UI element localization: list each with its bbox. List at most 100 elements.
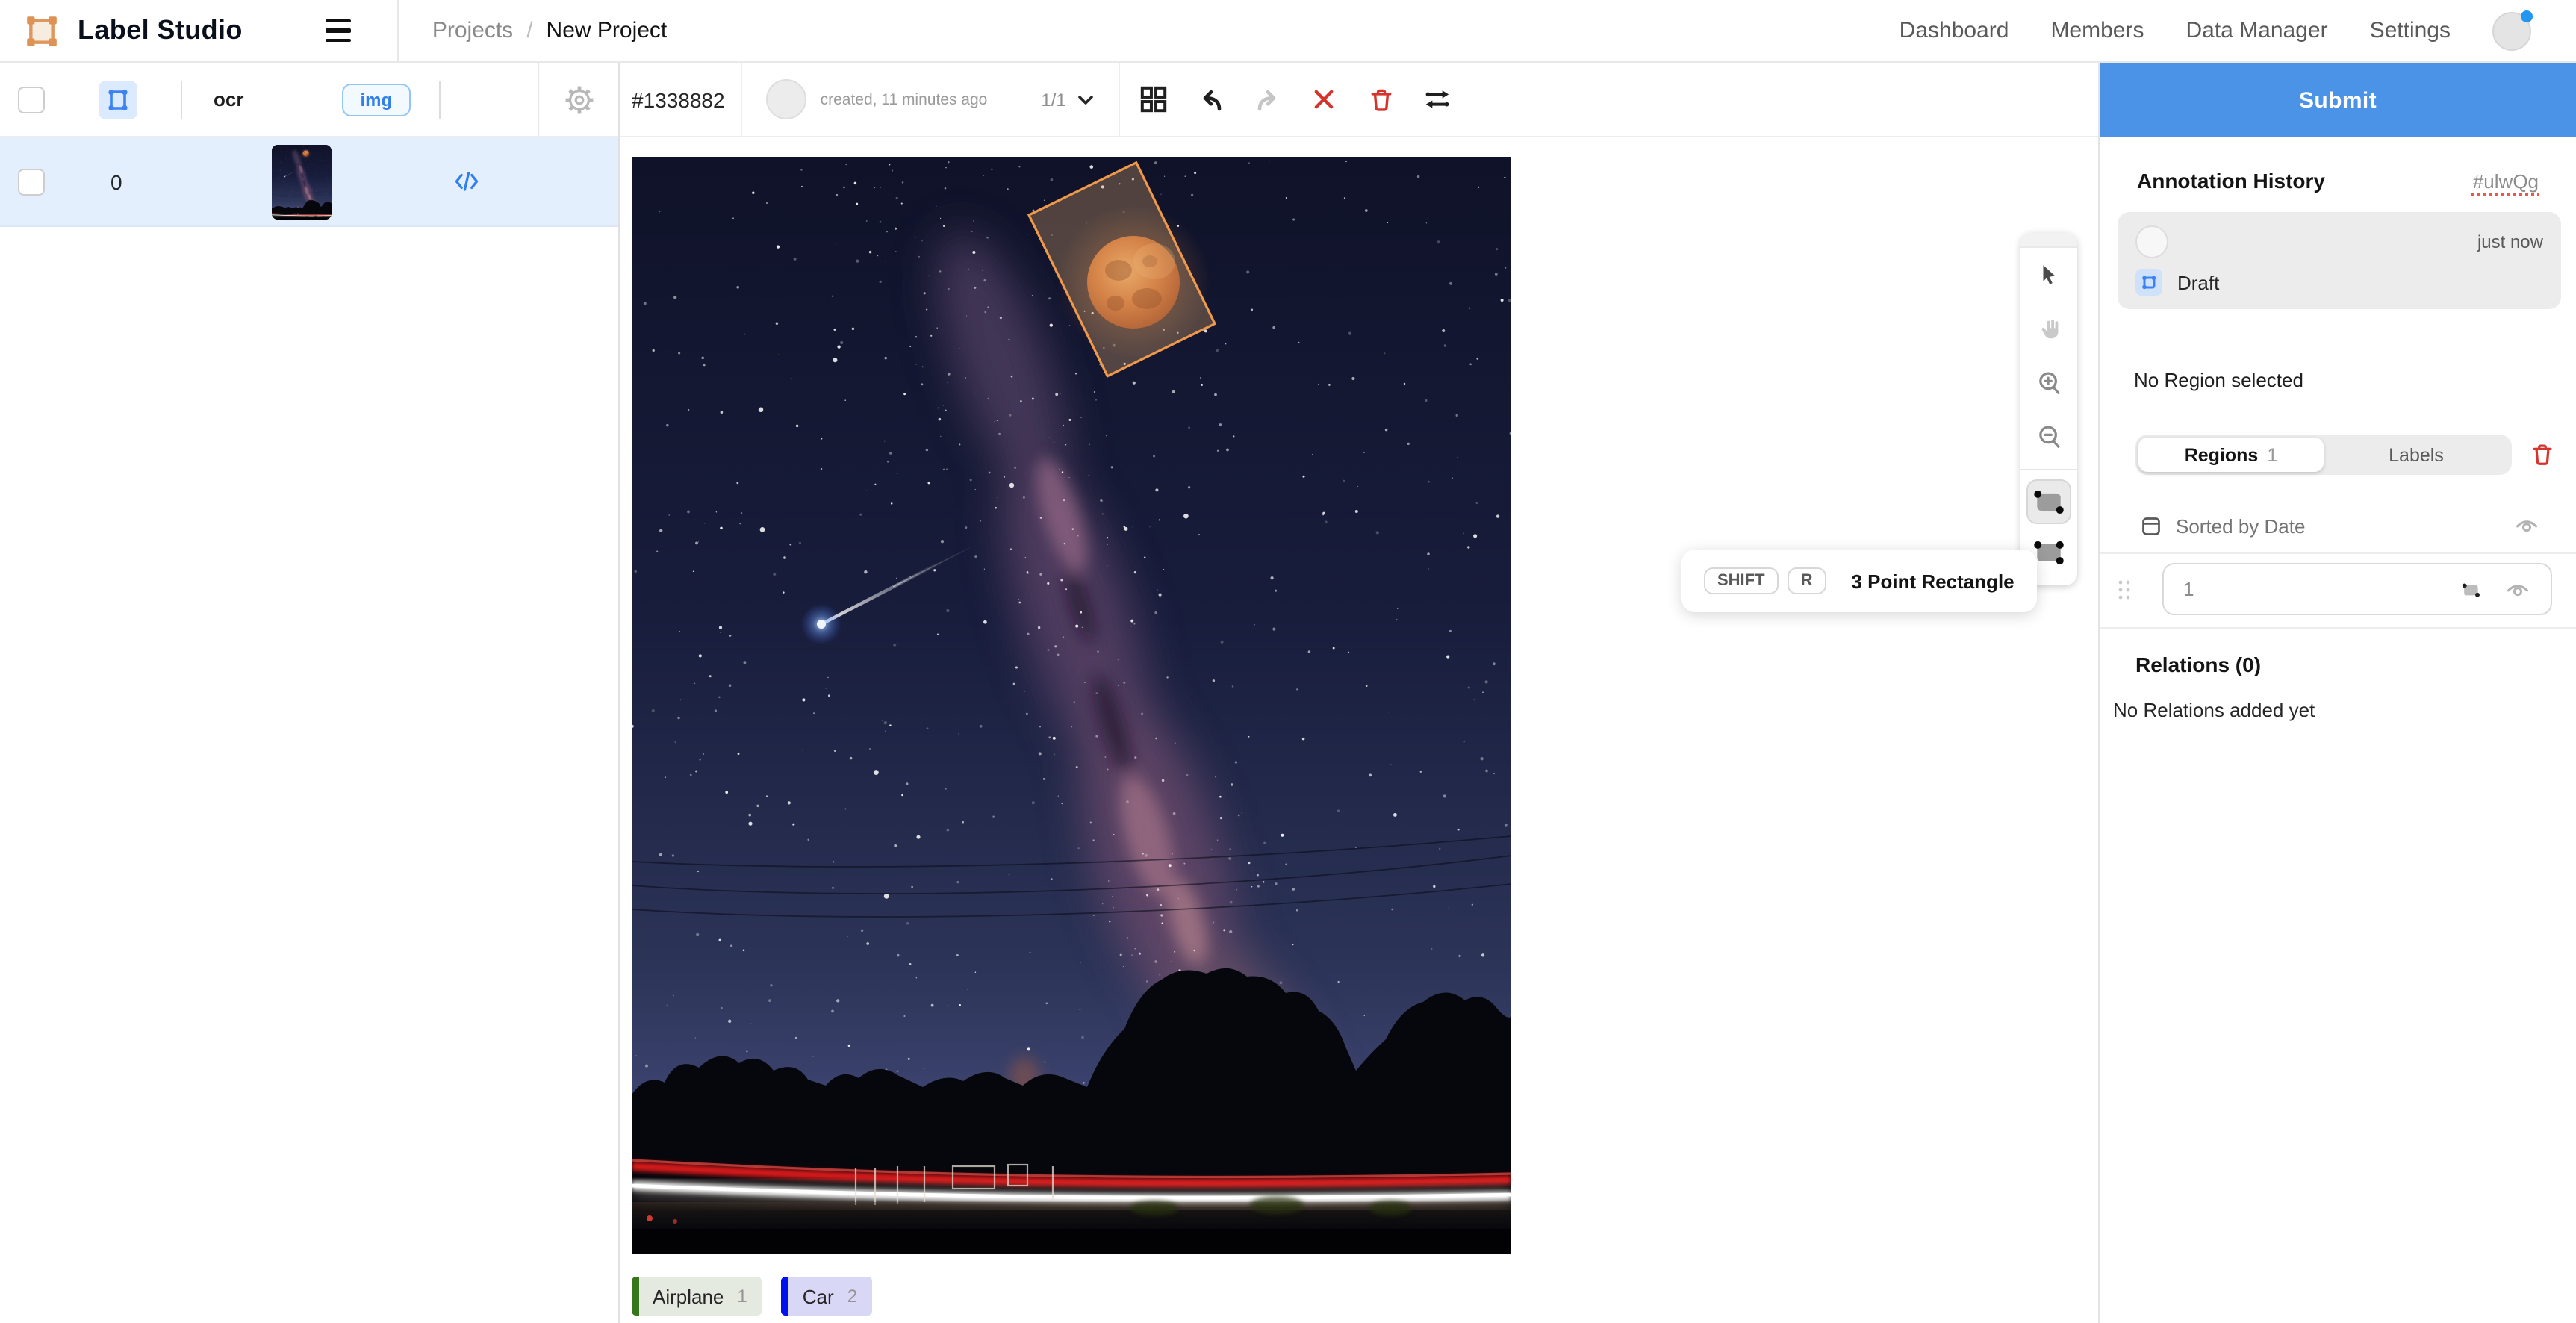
tool-tooltip: SHIFT R 3 Point Rectangle bbox=[1681, 550, 2037, 612]
nav-data-manager[interactable]: Data Manager bbox=[2185, 18, 2327, 43]
shortcut-key-r: R bbox=[1788, 567, 1826, 594]
label-name: Car bbox=[803, 1285, 834, 1307]
separator bbox=[2100, 627, 2576, 629]
sidebar-toolbar: ocr img bbox=[0, 63, 618, 137]
history-time: just now bbox=[2477, 231, 2543, 252]
tooltip-label: 3 Point Rectangle bbox=[1851, 570, 2014, 592]
sidebar-empty-area bbox=[0, 227, 618, 1323]
draft-icon bbox=[2135, 269, 2162, 296]
eye-icon bbox=[2504, 576, 2531, 603]
rectangle-tool-button[interactable] bbox=[2020, 476, 2077, 527]
sort-order-label[interactable]: Sorted by Date bbox=[2176, 514, 2305, 537]
task-row[interactable]: 0 bbox=[0, 137, 618, 227]
toggle-all-visibility-button[interactable] bbox=[2513, 512, 2540, 539]
label-studio-logo bbox=[25, 14, 58, 47]
task-checkbox[interactable] bbox=[18, 168, 45, 195]
region-label: 1 bbox=[2183, 578, 2194, 600]
toolbar-divider bbox=[741, 62, 743, 137]
region-tool-button[interactable] bbox=[99, 80, 137, 119]
region-rectangle-icon bbox=[2460, 577, 2483, 601]
code-icon[interactable] bbox=[454, 169, 479, 194]
select-all-checkbox[interactable] bbox=[18, 86, 45, 113]
nav-members[interactable]: Members bbox=[2050, 18, 2144, 43]
delete-regions-button[interactable] bbox=[2530, 442, 2555, 467]
label-picker: Airplane 1 Car 2 bbox=[632, 1277, 872, 1316]
label-car[interactable]: Car 2 bbox=[782, 1277, 872, 1316]
tab-labels[interactable]: Labels bbox=[2324, 438, 2509, 472]
task-sidebar: ocr img bbox=[0, 63, 620, 1323]
hand-icon bbox=[2035, 314, 2063, 343]
label-hotkey: 2 bbox=[847, 1286, 857, 1307]
breadcrumb-projects[interactable]: Projects bbox=[432, 18, 513, 43]
zoom-out-icon bbox=[2035, 422, 2063, 450]
eye-icon bbox=[2513, 512, 2540, 539]
annotation-actions bbox=[1139, 84, 1453, 114]
tab-regions[interactable]: Regions 1 bbox=[2138, 438, 2324, 472]
header-divider bbox=[398, 0, 399, 62]
grid-view-button[interactable] bbox=[1139, 84, 1169, 114]
relations-title: Relations (0) bbox=[2135, 653, 2576, 676]
reset-button[interactable] bbox=[1310, 84, 1340, 114]
history-entry[interactable]: just now Draft bbox=[2118, 212, 2561, 309]
canvas-toolbar bbox=[2020, 233, 2077, 585]
group-by-icon[interactable] bbox=[2140, 514, 2162, 537]
toolbar-drag-handle[interactable] bbox=[2020, 233, 2077, 248]
label-hotkey: 1 bbox=[737, 1286, 747, 1307]
user-avatar[interactable] bbox=[2492, 11, 2531, 50]
history-avatar bbox=[2135, 225, 2168, 258]
history-status: Draft bbox=[2177, 271, 2219, 293]
breadcrumb-separator: / bbox=[526, 18, 532, 43]
submit-button[interactable]: Submit bbox=[2100, 63, 2576, 137]
task-toolbar: #1338882 created, 11 minutes ago 1/1 bbox=[620, 63, 2098, 137]
nav-dashboard[interactable]: Dashboard bbox=[1900, 18, 2009, 43]
redo-button[interactable] bbox=[1253, 84, 1283, 114]
rectangle-regions-icon bbox=[106, 87, 130, 111]
breadcrumb: Projects / New Project bbox=[432, 18, 667, 43]
delete-annotation-button[interactable] bbox=[1366, 84, 1396, 114]
shortcut-key-shift: SHIFT bbox=[1704, 567, 1779, 594]
undo-button[interactable] bbox=[1196, 84, 1226, 114]
move-tool-button[interactable] bbox=[2020, 248, 2077, 302]
toolbar-divider bbox=[2020, 469, 2077, 470]
menu-icon[interactable] bbox=[326, 8, 371, 53]
img-type-chip[interactable]: img bbox=[342, 83, 410, 116]
annotation-selector-button[interactable] bbox=[1074, 87, 1098, 111]
zoom-out-button[interactable] bbox=[2020, 409, 2077, 463]
zoom-in-button[interactable] bbox=[2020, 355, 2077, 409]
region-item[interactable]: 1 bbox=[2162, 563, 2552, 615]
toolbar-divider bbox=[438, 80, 440, 119]
breadcrumb-current: New Project bbox=[547, 18, 668, 43]
gear-icon bbox=[564, 84, 594, 114]
label-name: Airplane bbox=[653, 1285, 724, 1307]
task-thumbnail[interactable] bbox=[272, 144, 332, 219]
toolbar-divider bbox=[181, 80, 182, 119]
annotation-workspace: #1338882 created, 11 minutes ago 1/1 bbox=[620, 63, 2098, 1323]
column-ocr-label[interactable]: ocr bbox=[214, 88, 243, 110]
image-canvas[interactable]: SHIFT R 3 Point Rectangle Airplane 1 Car… bbox=[620, 137, 2098, 1323]
annotated-image[interactable] bbox=[632, 157, 1511, 1254]
annotation-panel: Submit Annotation History #ulwQg just no… bbox=[2098, 63, 2576, 1323]
label-color-bar bbox=[782, 1277, 789, 1316]
annotator-avatar bbox=[767, 79, 807, 119]
sidebar-settings-button[interactable] bbox=[538, 63, 618, 136]
toolbar-divider bbox=[1119, 62, 1120, 137]
region-list-item[interactable]: 1 bbox=[2100, 554, 2576, 624]
drag-handle-icon[interactable] bbox=[2118, 579, 2131, 600]
label-airplane[interactable]: Airplane 1 bbox=[632, 1277, 762, 1316]
label-color-bar bbox=[632, 1277, 639, 1316]
annotation-history-title: Annotation History bbox=[2137, 169, 2325, 193]
app-header: Label Studio Projects / New Project Dash… bbox=[0, 0, 2576, 63]
annotation-pagination: 1/1 bbox=[1041, 89, 1065, 110]
region-visibility-button[interactable] bbox=[2504, 576, 2531, 603]
nav-settings[interactable]: Settings bbox=[2370, 18, 2451, 43]
tab-regions-count: 1 bbox=[2267, 444, 2277, 465]
task-id: #1338882 bbox=[632, 87, 725, 111]
annotation-id[interactable]: #ulwQg bbox=[2473, 170, 2539, 193]
pan-tool-button[interactable] bbox=[2020, 302, 2077, 355]
notification-dot bbox=[2521, 10, 2533, 22]
rectangle-tool-icon bbox=[2031, 484, 2067, 520]
label-studio-app: Label Studio Projects / New Project Dash… bbox=[0, 0, 2576, 1323]
tab-labels-label: Labels bbox=[2389, 444, 2444, 465]
swap-view-button[interactable] bbox=[1423, 84, 1453, 114]
zoom-in-icon bbox=[2035, 368, 2063, 396]
